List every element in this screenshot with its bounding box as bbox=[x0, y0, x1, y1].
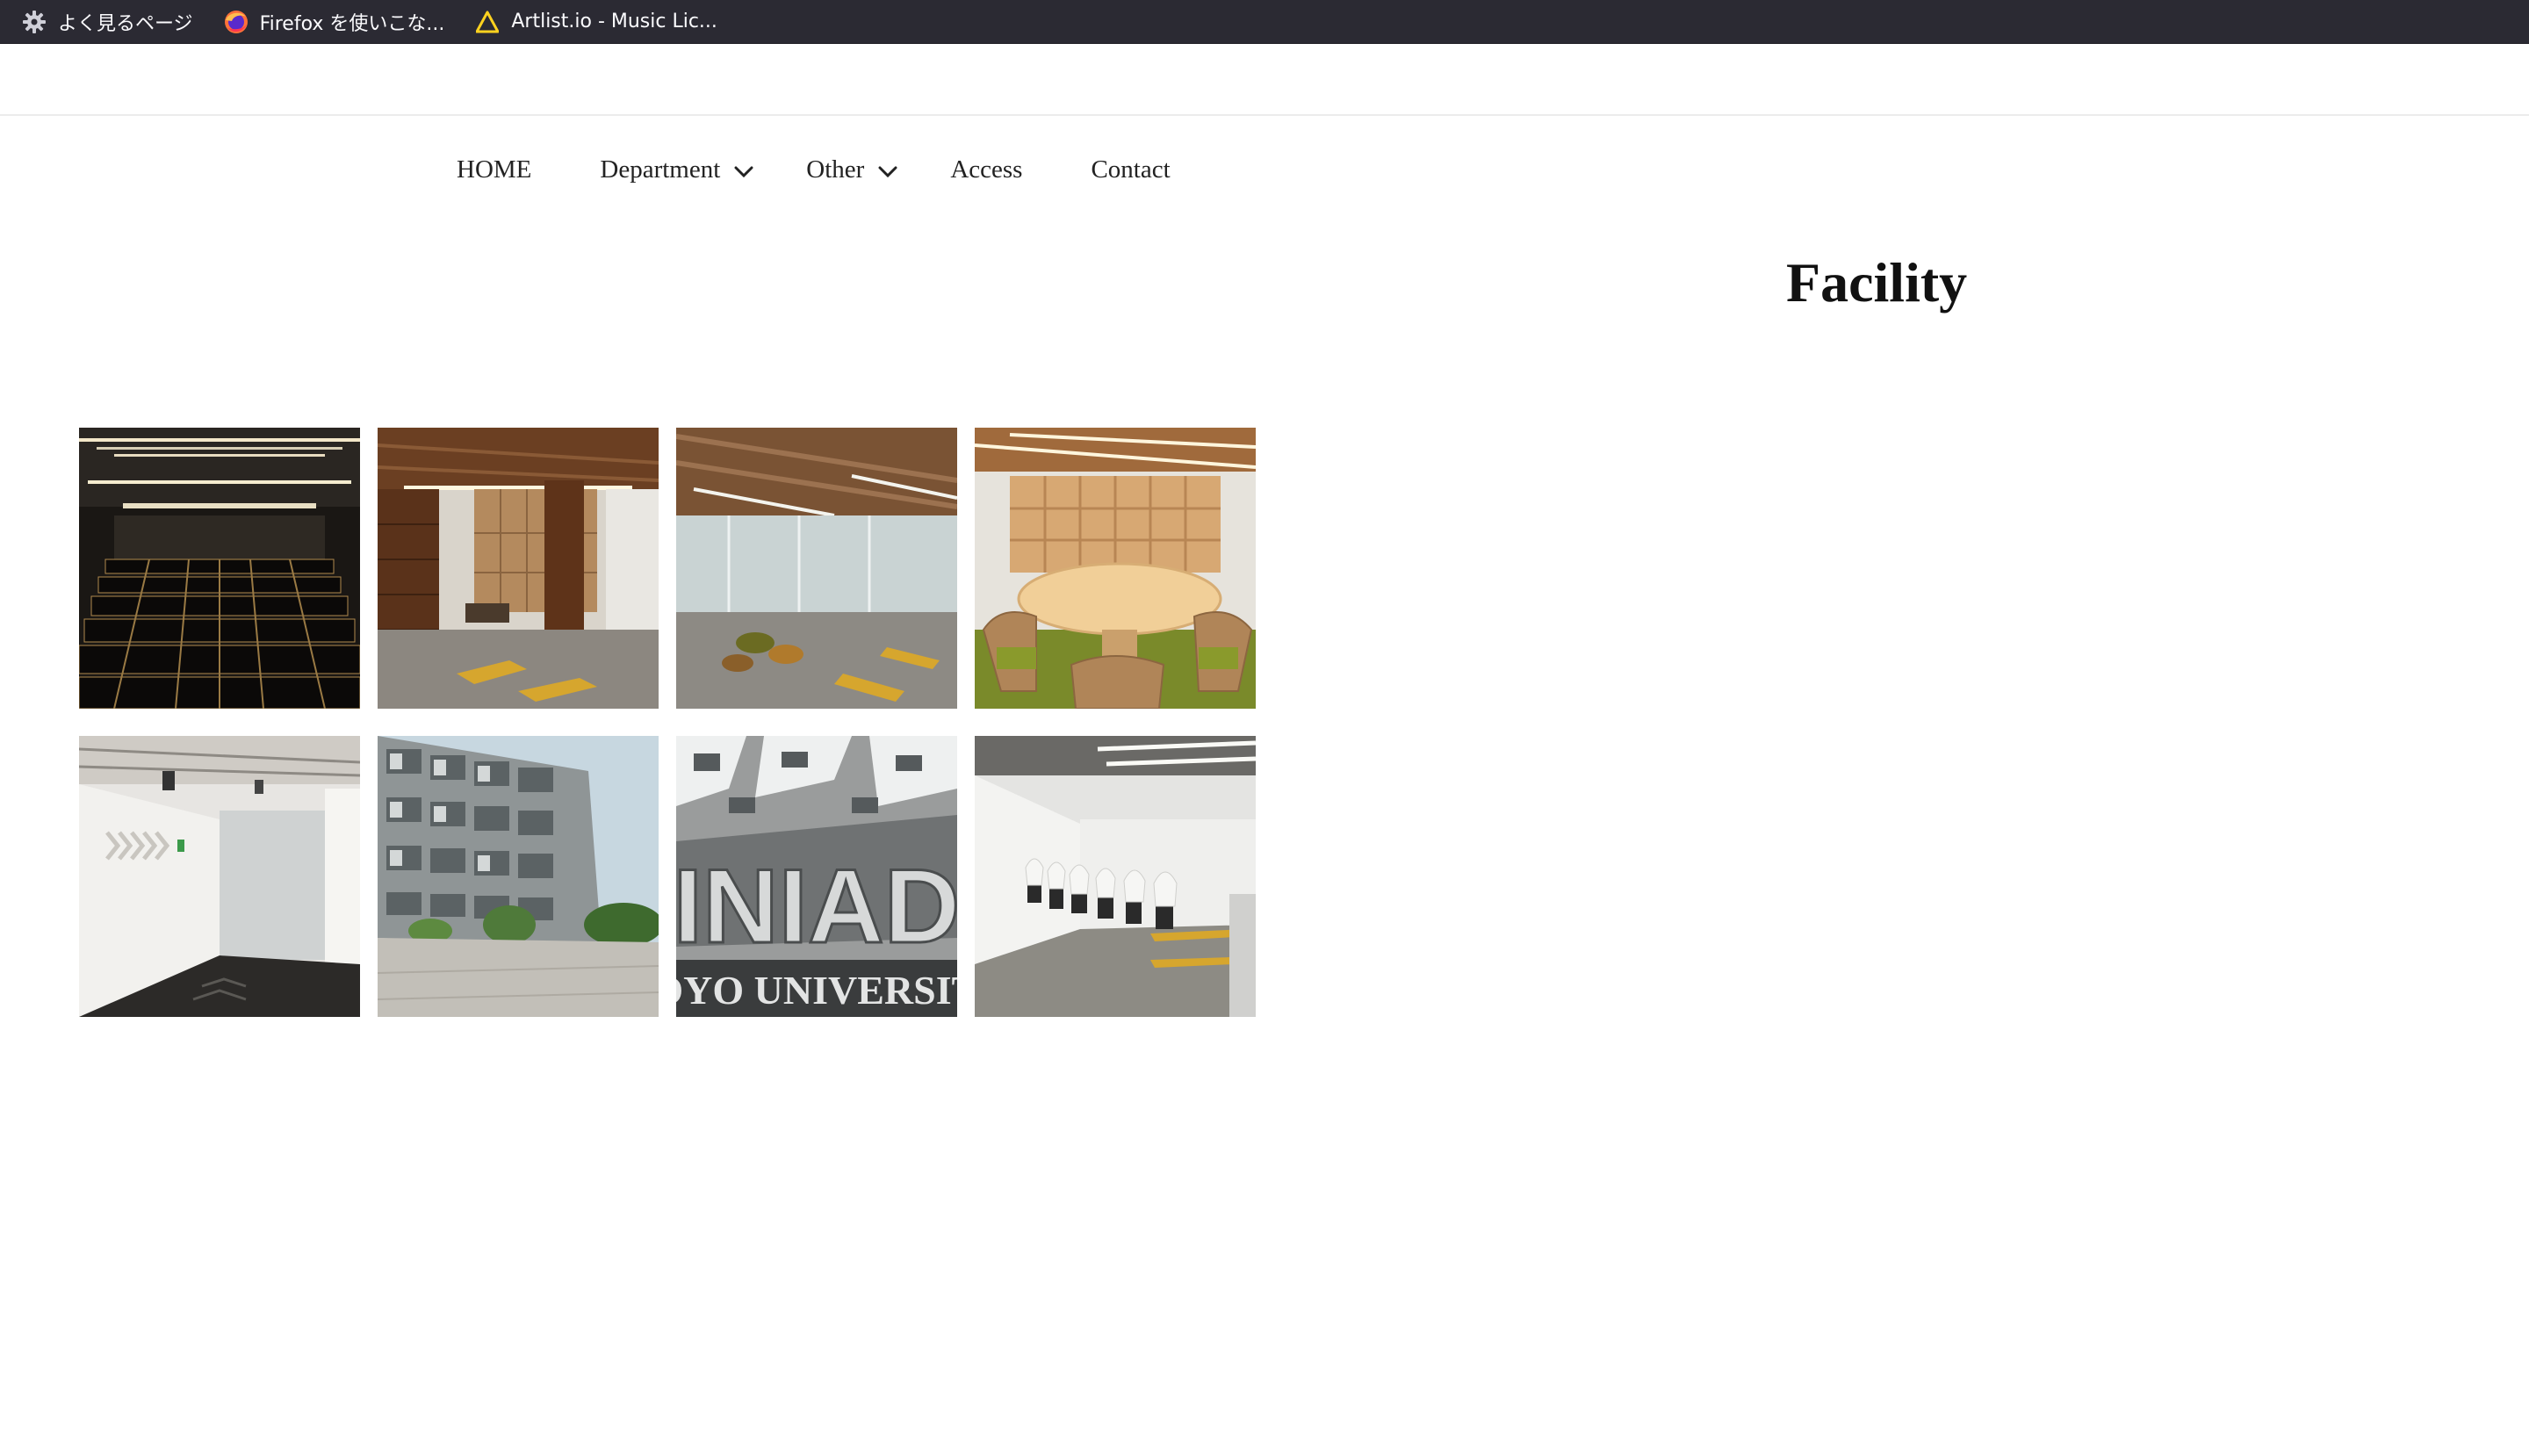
photo-library-lounge[interactable] bbox=[378, 428, 659, 709]
bookmark-label: よく見るページ bbox=[58, 12, 193, 35]
bookmark-artlist[interactable]: Artlist.io - Music Lic... bbox=[474, 4, 717, 40]
nav-department-label: Department bbox=[600, 155, 721, 184]
photo-glass-corridor[interactable] bbox=[676, 428, 957, 709]
photo-white-corridor[interactable] bbox=[79, 736, 360, 1017]
auditorium-image bbox=[79, 428, 360, 709]
bookmark-most-visited[interactable]: よく見るページ bbox=[21, 4, 193, 40]
artlist-triangle-icon bbox=[474, 9, 501, 35]
nav-other-label: Other bbox=[806, 155, 865, 184]
white-corridor-image bbox=[79, 736, 360, 1017]
photo-auditorium[interactable] bbox=[79, 428, 360, 709]
iniad-sign-image: INIAD TOYO UNIVERSITY bbox=[676, 736, 957, 1017]
main-navigation: HOME Department Other Access Contact bbox=[457, 148, 1239, 191]
building-exterior-image bbox=[378, 736, 659, 1017]
photo-round-table[interactable] bbox=[975, 428, 1256, 709]
iniad-sign-text: INIAD bbox=[676, 847, 957, 965]
bookmark-label: Artlist.io - Music Lic... bbox=[511, 11, 717, 32]
chevron-down-icon bbox=[734, 166, 753, 178]
round-table-image bbox=[975, 428, 1256, 709]
photo-building-exterior[interactable] bbox=[378, 736, 659, 1017]
library-lounge-image bbox=[378, 428, 659, 709]
photo-iniad-sign[interactable]: INIAD TOYO UNIVERSITY bbox=[676, 736, 957, 1017]
chevron-down-icon bbox=[878, 166, 897, 178]
photo-computer-room[interactable] bbox=[975, 736, 1256, 1017]
facility-gallery: INIAD TOYO UNIVERSITY bbox=[79, 428, 1256, 1017]
gear-icon bbox=[21, 9, 47, 35]
firefox-icon bbox=[223, 9, 249, 35]
bookmark-firefox-tips[interactable]: Firefox を使いこな... bbox=[223, 4, 445, 40]
bookmark-label: Firefox を使いこな... bbox=[259, 12, 445, 35]
university-sign-text: TOYO UNIVERSITY bbox=[676, 968, 957, 1013]
glass-corridor-image bbox=[676, 428, 957, 709]
site-header bbox=[0, 44, 2529, 116]
nav-home[interactable]: HOME bbox=[457, 155, 531, 184]
nav-access[interactable]: Access bbox=[950, 155, 1022, 184]
nav-contact[interactable]: Contact bbox=[1091, 155, 1170, 184]
page-title: Facility bbox=[1786, 251, 1968, 314]
nav-department[interactable]: Department bbox=[600, 155, 753, 184]
nav-other[interactable]: Other bbox=[806, 155, 897, 184]
computer-room-image bbox=[975, 736, 1256, 1017]
bookmarks-toolbar: よく見るページ Firefox を使いこな... Artlist.io - Mu… bbox=[0, 0, 2529, 44]
